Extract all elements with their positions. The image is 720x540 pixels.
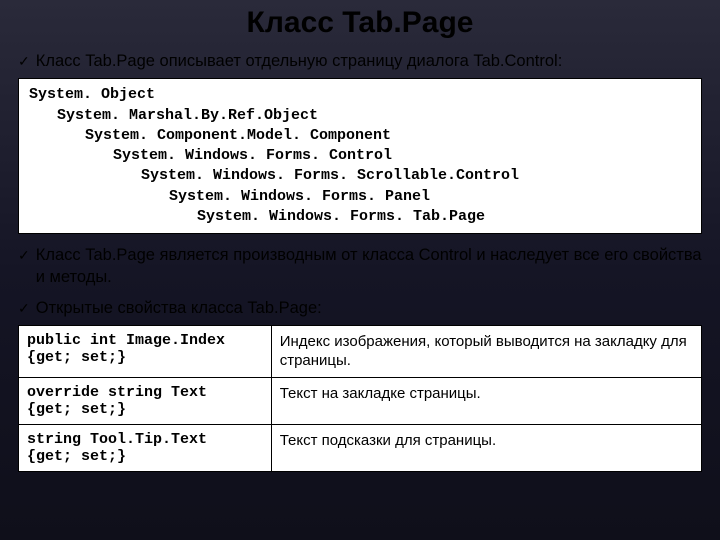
class-hierarchy-box: System. Object System. Marshal.By.Ref.Ob…	[18, 78, 702, 234]
property-description: Индекс изображения, который выводится на…	[271, 325, 701, 377]
property-signature: override string Text {get; set;}	[19, 377, 272, 424]
hierarchy-line: System. Windows. Forms. Panel	[169, 187, 691, 207]
table-row: public int Image.Index {get; set;} Индек…	[19, 325, 702, 377]
bullet-3-text: Открытые свойства класса Tab.Page:	[36, 297, 322, 319]
hierarchy-line: System. Component.Model. Component	[85, 126, 691, 146]
table-row: string Tool.Tip.Text {get; set;} Текст п…	[19, 424, 702, 471]
slide-title: Класс Tab.Page	[18, 6, 702, 40]
property-description: Текст подсказки для страницы.	[271, 424, 701, 471]
bullet-2-text: Класс Tab.Page является производным от к…	[36, 244, 702, 289]
property-signature: string Tool.Tip.Text {get; set;}	[19, 424, 272, 471]
check-icon: ✓	[18, 52, 30, 71]
check-icon: ✓	[18, 299, 30, 318]
bullet-2: ✓ Класс Tab.Page является производным от…	[18, 244, 702, 289]
check-icon: ✓	[18, 246, 30, 265]
property-signature: public int Image.Index {get; set;}	[19, 325, 272, 377]
hierarchy-line: System. Windows. Forms. Scrollable.Contr…	[141, 166, 691, 186]
hierarchy-line: System. Windows. Forms. Control	[113, 146, 691, 166]
property-description: Текст на закладке страницы.	[271, 377, 701, 424]
table-row: override string Text {get; set;} Текст н…	[19, 377, 702, 424]
bullet-1-text: Класс Tab.Page описывает отдельную стран…	[36, 50, 563, 72]
bullet-1: ✓ Класс Tab.Page описывает отдельную стр…	[18, 50, 702, 72]
properties-table: public int Image.Index {get; set;} Индек…	[18, 325, 702, 472]
hierarchy-line: System. Marshal.By.Ref.Object	[57, 106, 691, 126]
hierarchy-line: System. Windows. Forms. Tab.Page	[197, 207, 691, 227]
bullet-3: ✓ Открытые свойства класса Tab.Page:	[18, 297, 702, 319]
hierarchy-line: System. Object	[29, 85, 691, 105]
